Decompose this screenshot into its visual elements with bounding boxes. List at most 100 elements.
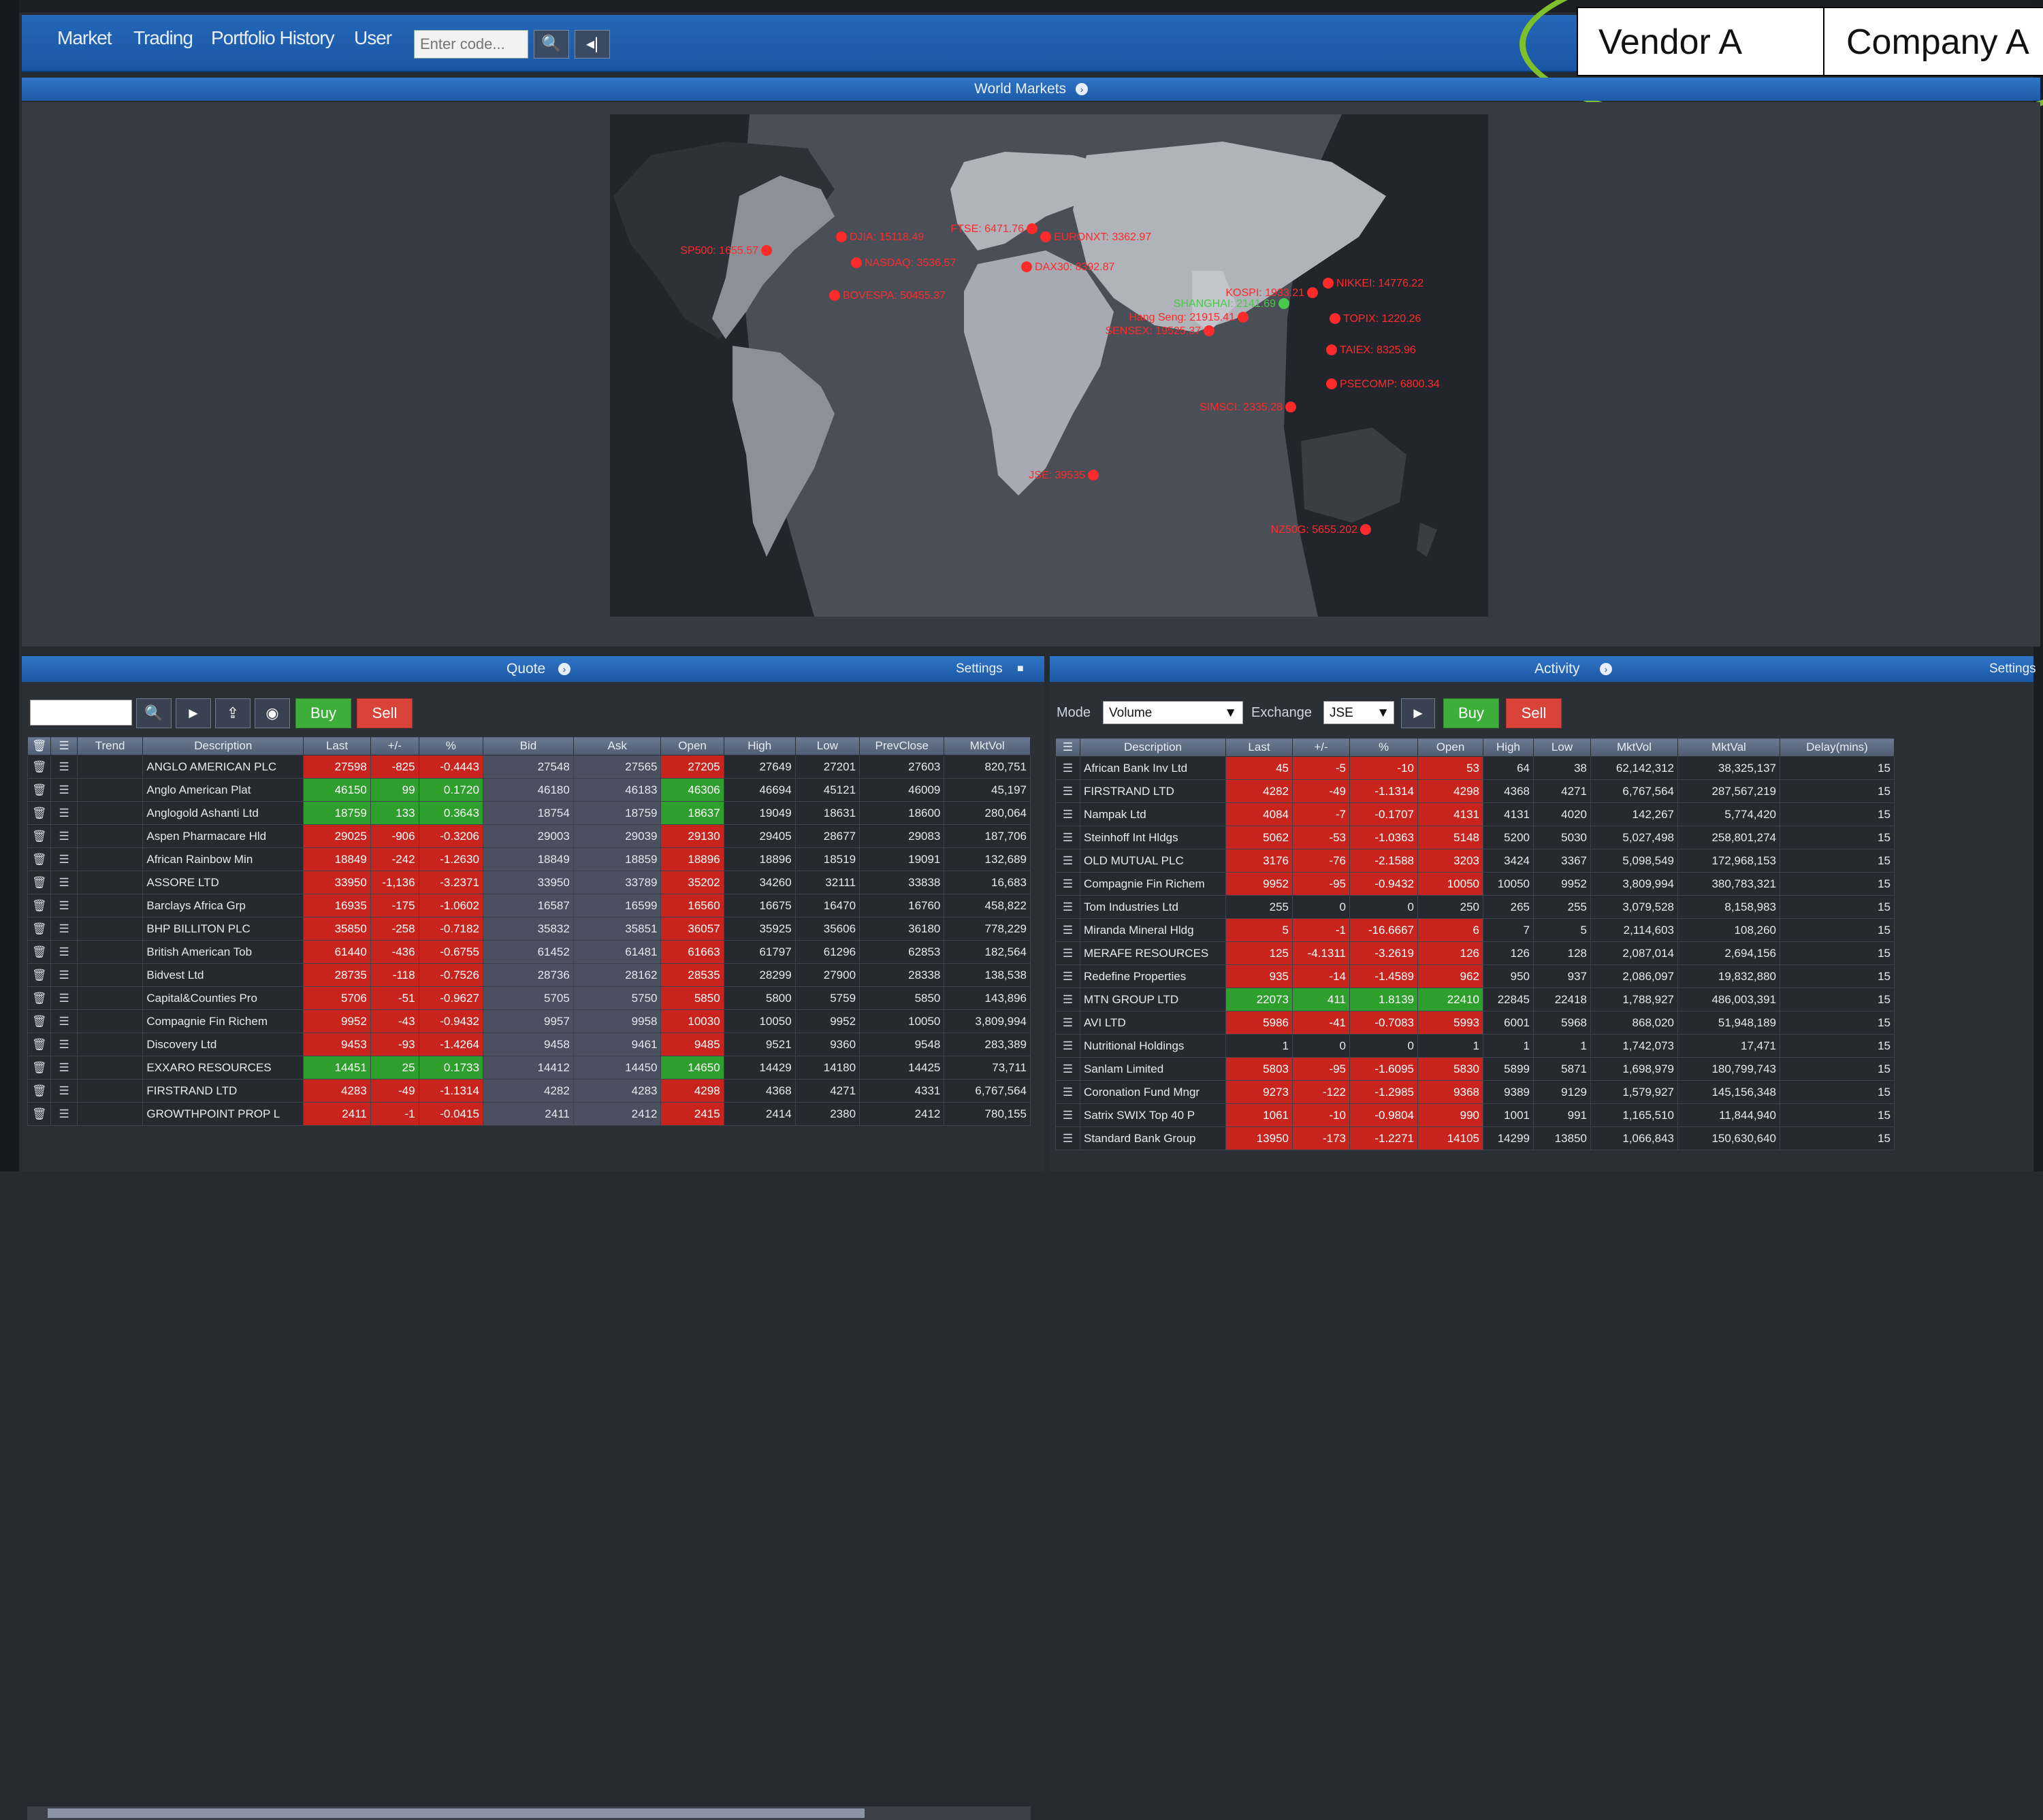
delete-icon[interactable]: 🗑	[27, 847, 52, 871]
market-marker-dot[interactable]	[1307, 287, 1318, 298]
expand-icon[interactable]: ›	[1075, 83, 1088, 96]
view-button[interactable]: ◉	[255, 698, 290, 728]
quote-column-header[interactable]: PrevClose	[859, 736, 945, 755]
activity-column-header[interactable]: High	[1483, 738, 1534, 757]
quote-column-header[interactable]: Description	[142, 736, 304, 755]
quote-table-row[interactable]: 🗑 ☰ BHP BILLITON PLC 35850 -258 -0.7182 35832 3…	[27, 917, 1031, 941]
market-marker-dot[interactable]	[829, 290, 840, 301]
delete-icon[interactable]: 🗑	[27, 801, 52, 825]
market-marker-dot[interactable]	[836, 231, 847, 242]
market-marker-dot[interactable]	[1326, 344, 1337, 355]
activity-column-header[interactable]: Open	[1417, 738, 1483, 757]
delete-icon[interactable]: 🗑	[27, 1079, 52, 1103]
delete-icon[interactable]: 🗑	[27, 917, 52, 941]
quote-table-row[interactable]: 🗑 ☰ African Rainbow Min 18849 -242 -1.2630 188…	[27, 847, 1031, 871]
code-search-input[interactable]	[414, 30, 528, 59]
delete-icon[interactable]: 🗑	[27, 986, 52, 1010]
activity-table-row[interactable]: ☰ Steinhoff Int Hldgs 5062 -53 -1.0363 5148 52…	[1055, 826, 1895, 849]
quote-table-row[interactable]: 🗑 ☰ GROWTHPOINT PROP L 2411 -1 -0.0415 2411 241…	[27, 1102, 1031, 1126]
delete-icon[interactable]: 🗑	[27, 894, 52, 917]
details-icon[interactable]: ☰	[1055, 988, 1080, 1011]
quote-table-row[interactable]: 🗑 ☰ Anglogold Ashanti Ltd 18759 133 0.3643 187…	[27, 801, 1031, 825]
details-icon[interactable]: ☰	[50, 917, 78, 941]
quote-table-row[interactable]: 🗑 ☰ Bidvest Ltd 28735 -118 -0.7526 28736 28162 2…	[27, 963, 1031, 987]
delete-icon[interactable]: 🗑	[27, 778, 52, 802]
delete-icon[interactable]: 🗑	[27, 1102, 52, 1126]
activity-buy-button[interactable]: Buy	[1443, 698, 1499, 728]
quote-column-header[interactable]: High	[723, 736, 796, 755]
details-icon[interactable]: ☰	[1055, 1080, 1080, 1104]
activity-column-header[interactable]: Last	[1225, 738, 1293, 757]
play-button[interactable]: ►	[176, 698, 211, 728]
quote-column-header[interactable]: Bid	[482, 736, 574, 755]
quote-buy-button[interactable]: Buy	[295, 698, 351, 728]
details-icon[interactable]: ☰	[50, 963, 78, 987]
market-marker-dot[interactable]	[1360, 524, 1371, 535]
quote-sell-button[interactable]: Sell	[357, 698, 413, 728]
market-marker-dot[interactable]	[1021, 261, 1032, 272]
quote-column-header[interactable]: %	[418, 736, 483, 755]
quote-column-header[interactable]: Open	[660, 736, 724, 755]
world-map[interactable]: SP500: 1655.57 DJIA: 15118.49 NASDAQ: 3536…	[610, 114, 1488, 617]
nav-market[interactable]: Market	[57, 27, 112, 49]
details-icon[interactable]: ☰	[1055, 1103, 1080, 1127]
delete-icon[interactable]: 🗑	[27, 1009, 52, 1033]
details-icon[interactable]: ☰	[50, 847, 78, 871]
activity-table-row[interactable]: ☰ OLD MUTUAL PLC 3176 -76 -2.1588 3203 3424 336…	[1055, 849, 1895, 873]
activity-play-button[interactable]: ►	[1401, 698, 1435, 728]
market-marker-dot[interactable]	[1278, 298, 1289, 309]
market-marker-dot[interactable]	[761, 245, 772, 256]
quote-search-button[interactable]: 🔍	[136, 698, 172, 728]
scroll-thumb[interactable]	[48, 1808, 865, 1818]
activity-table-row[interactable]: ☰ Standard Bank Group 13950 -173 -1.2271 1410…	[1055, 1126, 1895, 1150]
market-marker-dot[interactable]	[1326, 378, 1337, 389]
activity-table-row[interactable]: ☰ Sanlam Limited 5803 -95 -1.6095 5830 5899 587…	[1055, 1057, 1895, 1081]
quote-table-row[interactable]: 🗑 ☰ FIRSTRAND LTD 4283 -49 -1.1314 4282 4283 429…	[27, 1079, 1031, 1103]
details-icon[interactable]: ☰	[50, 1079, 78, 1103]
delete-icon[interactable]: 🗑	[27, 824, 52, 848]
details-icon[interactable]: ☰	[1055, 872, 1080, 896]
activity-table-row[interactable]: ☰ African Bank Inv Ltd 45 -5 -10 53 64 38 62,142…	[1055, 756, 1895, 780]
activity-column-header[interactable]: Low	[1533, 738, 1591, 757]
activity-table-row[interactable]: ☰ FIRSTRAND LTD 4282 -49 -1.1314 4298 4368 4271…	[1055, 779, 1895, 803]
quote-column-header[interactable]: Trend	[76, 736, 144, 755]
details-icon[interactable]: ☰	[1055, 756, 1080, 780]
activity-column-header[interactable]: +/-	[1292, 738, 1350, 757]
activity-table-row[interactable]: ☰ MTN GROUP LTD 22073 411 1.8139 22410 22845 22…	[1055, 988, 1895, 1011]
quote-column-header[interactable]: Last	[303, 736, 371, 755]
quote-column-header[interactable]: Ask	[573, 736, 662, 755]
quote-table-row[interactable]: 🗑 ☰ Aspen Pharmacare Hld 29025 -906 -0.3206 29…	[27, 824, 1031, 848]
delete-icon[interactable]: 🗑	[27, 871, 52, 894]
details-icon[interactable]: ☰	[1055, 941, 1080, 965]
activity-column-header[interactable]: MktVal	[1677, 738, 1780, 757]
activity-table-row[interactable]: ☰ Nutritional Holdings 1 0 0 1 1 1 1,742,073 17,4…	[1055, 1034, 1895, 1058]
details-icon[interactable]: ☰	[50, 871, 78, 894]
upload-button[interactable]: ⇪	[215, 698, 251, 728]
activity-sell-button[interactable]: Sell	[1506, 698, 1562, 728]
details-icon[interactable]: ☰	[50, 824, 78, 848]
activity-table-row[interactable]: ☰ Miranda Mineral Hldg 5 -1 -16.6667 6 7 5 2,114…	[1055, 918, 1895, 942]
nav-trading[interactable]: Trading	[133, 27, 193, 49]
nav-portfolio-history[interactable]: Portfolio History	[211, 27, 335, 49]
quote-table-row[interactable]: 🗑 ☰ Capital&Counties Pro 5706 -51 -0.9627 5705…	[27, 986, 1031, 1010]
activity-table-row[interactable]: ☰ Tom Industries Ltd 255 0 0 250 265 255 3,079,5…	[1055, 895, 1895, 919]
quote-table-row[interactable]: 🗑 ☰ ANGLO AMERICAN PLC 27598 -825 -0.4443 2754…	[27, 755, 1031, 779]
activity-column-header[interactable]: Delay(mins)	[1780, 738, 1895, 757]
search-button[interactable]: 🔍	[534, 30, 569, 59]
delete-icon[interactable]: 🗑	[27, 940, 52, 964]
market-marker-dot[interactable]	[1027, 223, 1037, 234]
details-icon[interactable]: ☰	[1055, 1057, 1080, 1081]
activity-table-row[interactable]: ☰ Redefine Properties 935 -14 -1.4589 962 950 9…	[1055, 964, 1895, 988]
details-icon[interactable]: ☰	[50, 1009, 78, 1033]
back-button[interactable]: ◂|	[575, 30, 610, 59]
market-marker-dot[interactable]	[1088, 470, 1099, 481]
market-marker-dot[interactable]	[851, 257, 862, 268]
details-icon[interactable]: ☰	[50, 778, 78, 802]
quote-toggle-icon[interactable]: ›	[558, 663, 570, 675]
market-marker-dot[interactable]	[1204, 325, 1214, 336]
quote-column-header[interactable]: Low	[794, 736, 860, 755]
delete-icon[interactable]: 🗑	[27, 1056, 52, 1079]
exchange-select[interactable]: JSE ▼	[1323, 701, 1394, 724]
quote-table-row[interactable]: 🗑 ☰ EXXARO RESOURCES 14451 25 0.1733 14412 1445…	[27, 1056, 1031, 1079]
quote-table-row[interactable]: 🗑 ☰ Anglo American Plat 46150 99 0.1720 46180 4…	[27, 778, 1031, 802]
